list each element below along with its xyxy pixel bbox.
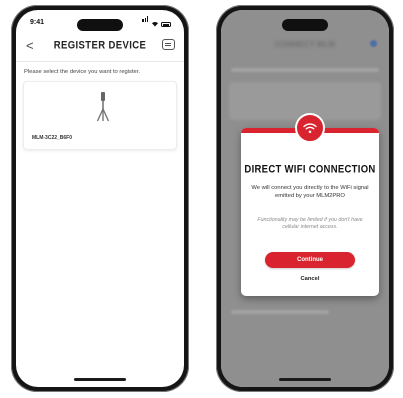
chat-help-icon[interactable] — [162, 39, 175, 50]
dialog-body: We will connect you directly to the WiFi… — [251, 185, 369, 199]
header: < REGISTER DEVICE — [16, 35, 184, 57]
wifi-connection-dialog: DIRECT WIFI CONNECTION We will connect y… — [241, 113, 379, 296]
dynamic-island — [282, 19, 328, 31]
home-indicator — [279, 378, 331, 381]
dialog-title: DIRECT WIFI CONNECTION — [244, 163, 376, 176]
instruction-text: Please select the device you want to reg… — [24, 69, 141, 75]
wifi-status-icon — [152, 22, 158, 27]
wifi-connection-screen: CONNECT MLM DIRECT WIFI CONNECTION We wi… — [221, 10, 389, 387]
background-title: CONNECT MLM — [275, 40, 335, 49]
status-icons — [142, 16, 171, 27]
signal-icon — [142, 10, 149, 27]
dialog-note: Functionality may be limited if you don'… — [257, 217, 363, 230]
continue-button[interactable]: Continue — [265, 252, 355, 268]
header-divider — [16, 61, 184, 62]
register-device-screen: 9:41 < REGISTER DEVICE Please select the… — [16, 10, 184, 387]
phone-frame-right: CONNECT MLM DIRECT WIFI CONNECTION We wi… — [216, 5, 394, 392]
tripod-icon — [96, 92, 110, 122]
background-text-line — [231, 310, 329, 314]
cancel-button[interactable]: Cancel — [241, 276, 379, 282]
background-instruction — [231, 68, 379, 72]
phone-frame-left: 9:41 < REGISTER DEVICE Please select the… — [11, 5, 189, 392]
device-card[interactable]: MLM-3C22_B6F0 — [23, 81, 177, 150]
page-title: REGISTER DEVICE — [53, 39, 147, 52]
device-name: MLM-3C22_B6F0 — [32, 135, 73, 141]
home-indicator — [74, 378, 126, 381]
dynamic-island — [77, 19, 123, 31]
battery-icon — [161, 22, 171, 27]
status-time: 9:41 — [30, 19, 45, 26]
background-help-icon — [370, 40, 377, 47]
wifi-icon — [295, 113, 325, 143]
